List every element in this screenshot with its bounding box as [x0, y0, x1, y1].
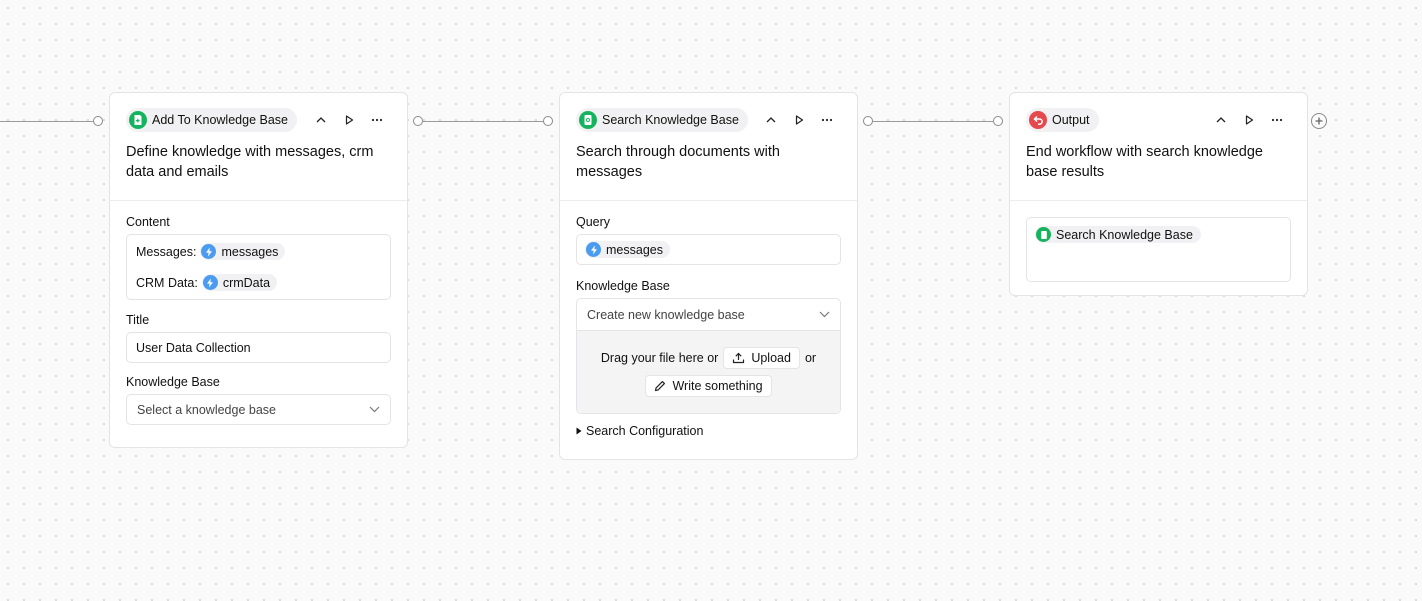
variable-name: messages — [221, 244, 279, 259]
knowledge-base-select[interactable]: Create new knowledge base — [577, 299, 840, 330]
output-node-input-handle[interactable] — [993, 116, 1003, 126]
reference-chip[interactable]: Search Knowledge Base — [1035, 226, 1201, 243]
write-label: Write something — [672, 379, 763, 393]
node-search-knowledge-base[interactable]: Search Knowledge Base Search through doc… — [559, 92, 858, 460]
query-input[interactable]: messages — [576, 234, 841, 265]
node-type-pill: Search Knowledge Base — [576, 108, 748, 132]
more-button[interactable] — [369, 112, 385, 128]
dropzone-row: Drag your file here or Upload or — [601, 347, 816, 369]
node-description: Define knowledge with messages, crm data… — [126, 144, 374, 180]
play-icon — [1245, 115, 1253, 125]
add-node-input-handle[interactable] — [93, 116, 103, 126]
triangle-right-icon — [576, 427, 582, 435]
knowledge-base-select[interactable]: Select a knowledge base — [126, 394, 391, 425]
chevron-up-icon — [1216, 117, 1226, 123]
lightning-icon — [202, 275, 218, 290]
node-header: Search Knowledge Base Search through doc… — [560, 93, 857, 201]
play-icon — [345, 115, 353, 125]
write-something-button[interactable]: Write something — [645, 375, 772, 397]
node-output[interactable]: Output End workflow with search knowledg… — [1009, 92, 1308, 296]
more-button[interactable] — [819, 112, 835, 128]
node-type-label: Output — [1052, 113, 1090, 127]
crm-row: CRM Data: crmData — [136, 274, 381, 291]
node-actions — [313, 112, 385, 128]
title-input[interactable]: User Data Collection — [126, 332, 391, 363]
content-field[interactable]: Messages: messages CRM Data: crmData — [126, 234, 391, 300]
node-description: Search through documents with messages — [576, 144, 780, 180]
lightning-icon — [201, 244, 217, 259]
file-dropzone[interactable]: Drag your file here or Upload or Write s… — [577, 330, 840, 413]
run-button[interactable] — [791, 112, 807, 128]
lightning-icon — [586, 242, 601, 257]
search-node-output-handle[interactable] — [863, 116, 873, 126]
title-value: User Data Collection — [136, 340, 251, 355]
book-plus-icon — [129, 111, 147, 129]
node-body: Query messages Knowledge Base Create new… — [560, 201, 857, 454]
variable-name: messages — [606, 242, 663, 257]
play-icon — [795, 115, 803, 125]
output-field[interactable]: Search Knowledge Base — [1026, 217, 1291, 282]
book-search-icon — [1036, 227, 1051, 242]
content-label: Content — [126, 215, 170, 229]
ellipsis-icon — [371, 118, 383, 122]
collapse-button[interactable] — [763, 112, 779, 128]
knowledge-base-field: Create new knowledge base Drag your file… — [576, 298, 841, 414]
ellipsis-icon — [821, 118, 833, 122]
node-type-label: Add To Knowledge Base — [152, 113, 288, 127]
node-actions — [1213, 112, 1285, 128]
search-configuration-toggle[interactable]: Search Configuration — [576, 424, 841, 438]
chevron-down-icon — [819, 311, 830, 318]
node-actions — [763, 112, 835, 128]
add-step-button[interactable] — [1311, 113, 1327, 129]
messages-row: Messages: messages — [136, 243, 381, 260]
knowledge-base-label: Knowledge Base — [576, 279, 670, 293]
chevron-up-icon — [766, 117, 776, 123]
collapse-button[interactable] — [313, 112, 329, 128]
node-body: Content Messages: messages CRM Data: crm… — [110, 201, 407, 441]
ellipsis-icon — [1271, 118, 1283, 122]
knowledge-base-label: Knowledge Base — [126, 375, 220, 389]
chevron-down-icon — [369, 406, 380, 413]
run-button[interactable] — [1241, 112, 1257, 128]
run-button[interactable] — [341, 112, 357, 128]
chevron-up-icon — [316, 117, 326, 123]
or-text: or — [804, 351, 817, 365]
node-type-pill: Add To Knowledge Base — [126, 108, 297, 132]
title-label: Title — [126, 313, 150, 327]
knowledge-base-placeholder: Select a knowledge base — [137, 402, 276, 417]
messages-key: Messages: — [136, 244, 197, 259]
crm-key: CRM Data: — [136, 275, 198, 290]
undo-arrow-icon — [1029, 111, 1047, 129]
upload-label: Upload — [751, 351, 791, 365]
book-search-icon — [579, 111, 597, 129]
drag-text: Drag your file here or — [600, 351, 719, 365]
search-configuration-label: Search Configuration — [586, 424, 704, 438]
variable-chip[interactable]: crmData — [201, 274, 278, 291]
variable-chip[interactable]: messages — [585, 241, 670, 258]
node-header: Add To Knowledge Base Define knowledge w… — [110, 93, 407, 201]
variable-name: crmData — [222, 275, 271, 290]
node-type-label: Search Knowledge Base — [602, 113, 739, 127]
add-node-output-handle[interactable] — [413, 116, 423, 126]
reference-label: Search Knowledge Base — [1056, 227, 1193, 242]
node-body: Search Knowledge Base — [1010, 201, 1307, 298]
variable-chip[interactable]: messages — [200, 243, 286, 260]
node-description: End workflow with search knowledge base … — [1026, 144, 1263, 180]
node-type-pill: Output — [1026, 108, 1099, 132]
more-button[interactable] — [1269, 112, 1285, 128]
pencil-icon — [655, 381, 666, 392]
plus-circle-icon — [1315, 117, 1323, 125]
search-node-input-handle[interactable] — [543, 116, 553, 126]
node-add-to-knowledge-base[interactable]: Add To Knowledge Base Define knowledge w… — [109, 92, 408, 448]
collapse-button[interactable] — [1213, 112, 1229, 128]
node-header: Output End workflow with search knowledg… — [1010, 93, 1307, 201]
upload-button[interactable]: Upload — [723, 347, 800, 369]
query-label: Query — [576, 215, 611, 229]
knowledge-base-selected: Create new knowledge base — [587, 307, 745, 322]
upload-icon — [733, 352, 745, 364]
